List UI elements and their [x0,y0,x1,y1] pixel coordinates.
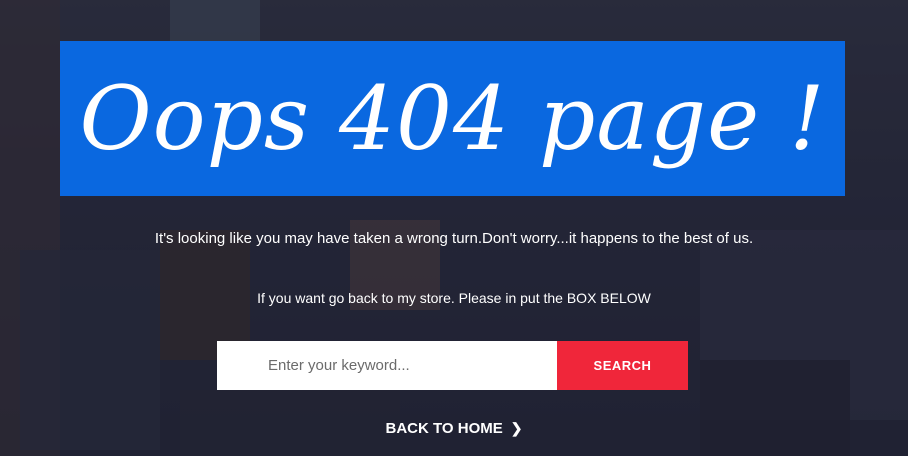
instruction-message: If you want go back to my store. Please … [257,290,651,306]
error-banner: Oops 404 page ! [60,41,845,196]
page-title: Oops 404 page ! [79,67,826,170]
error-message: It's looking like you may have taken a w… [154,230,754,247]
search-input[interactable] [217,341,557,390]
search-button[interactable]: SEARCH [557,341,688,390]
search-form: SEARCH [217,341,688,390]
chevron-right-icon: ❯ [510,420,523,436]
back-to-home-link[interactable]: BACK TO HOME ❯ [0,420,908,437]
back-to-home-label: BACK TO HOME [385,420,503,437]
